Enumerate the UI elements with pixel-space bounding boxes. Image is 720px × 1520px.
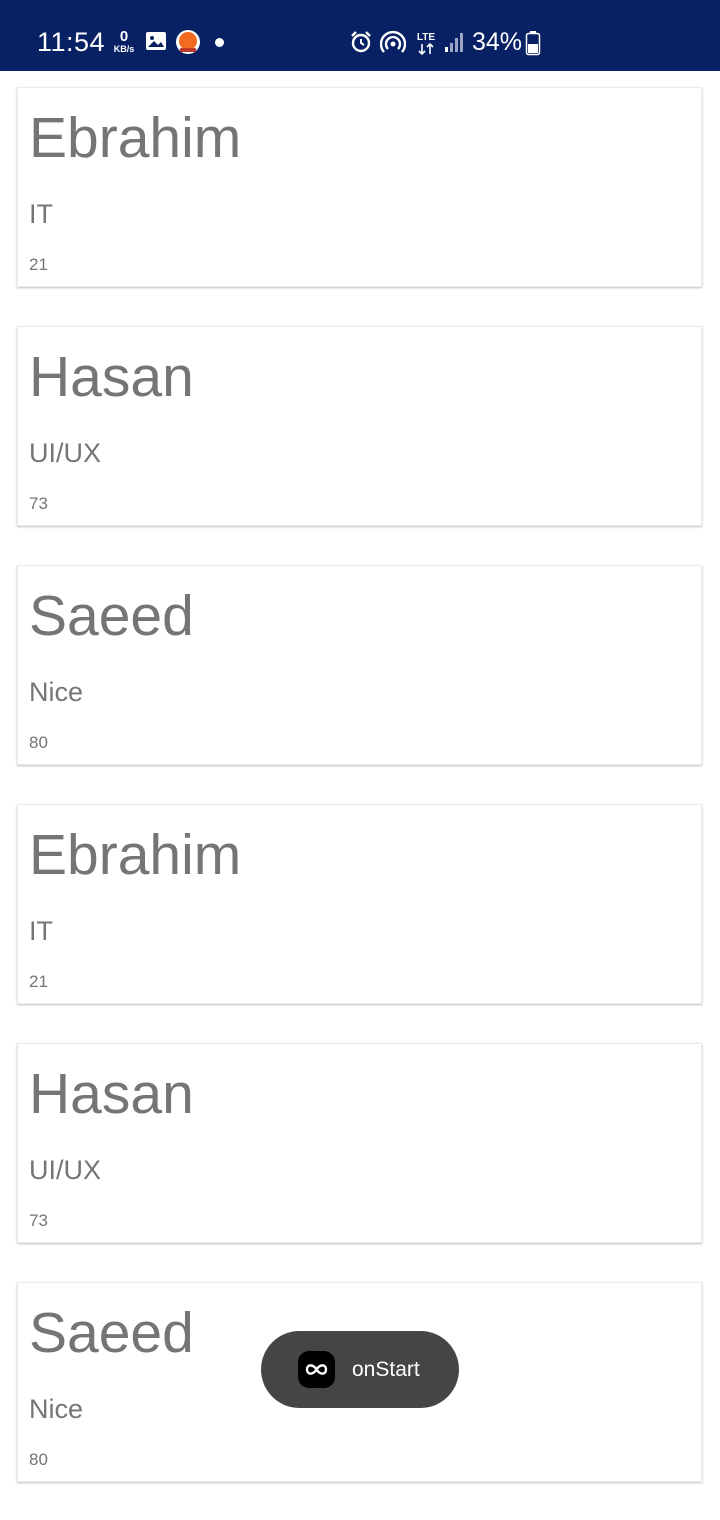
person-age: 73: [29, 494, 48, 513]
person-department: IT: [29, 199, 53, 229]
alarm-icon: [351, 31, 371, 53]
person-department: UI/UX: [29, 438, 102, 468]
battery-icon: [525, 31, 541, 56]
network-speed-indicator: 0 KB/s: [110, 29, 138, 54]
infinity-icon: [305, 1364, 328, 1375]
person-name: Ebrahim: [29, 823, 242, 887]
hotspot-icon: [380, 30, 406, 53]
person-name: Hasan: [29, 345, 194, 409]
lte-label: LTE: [417, 32, 435, 43]
status-bar: 11:54 0 KB/s LTE 34%: [0, 0, 720, 71]
lte-icon: LTE: [417, 32, 435, 56]
gallery-icon: [146, 32, 166, 50]
app-icon: [298, 1351, 335, 1388]
person-department: Nice: [29, 677, 84, 707]
person-name: Saeed: [29, 1301, 194, 1365]
person-age: 21: [29, 972, 48, 991]
person-department: UI/UX: [29, 1155, 102, 1185]
signal-strength-icon: [445, 33, 463, 52]
person-name: Saeed: [29, 584, 194, 648]
person-age: 80: [29, 733, 48, 752]
person-card[interactable]: Ebrahim IT 21: [17, 87, 702, 287]
person-name: Ebrahim: [29, 106, 242, 170]
person-card[interactable]: Saeed Nice 80: [17, 565, 702, 765]
battery-percent: 34%: [472, 28, 523, 56]
person-age: 80: [29, 1450, 48, 1469]
person-age: 21: [29, 255, 48, 274]
person-card[interactable]: Hasan UI/UX 73: [17, 1043, 702, 1243]
person-department: Nice: [29, 1394, 84, 1424]
person-card[interactable]: Hasan UI/UX 73: [17, 326, 702, 526]
more-notifications-dot-icon: [215, 38, 224, 47]
toast-message: onStart: [261, 1331, 459, 1408]
person-age: 73: [29, 1211, 48, 1230]
person-card[interactable]: Ebrahim IT 21: [17, 804, 702, 1004]
toast-text: onStart: [352, 1358, 420, 1381]
person-name: Hasan: [29, 1062, 194, 1126]
status-time: 11:54: [37, 27, 106, 57]
app-notification-icon: [176, 30, 200, 54]
network-speed-value: 0: [119, 28, 129, 45]
network-speed-unit: KB/s: [113, 44, 135, 54]
person-department: IT: [29, 916, 53, 946]
